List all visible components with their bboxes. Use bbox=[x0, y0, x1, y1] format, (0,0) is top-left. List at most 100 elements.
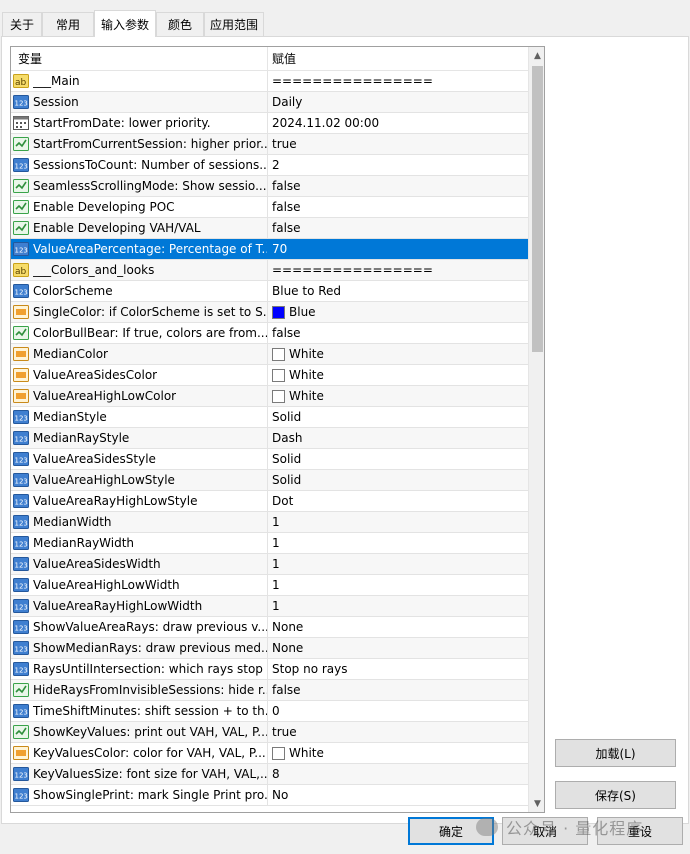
variable-cell[interactable]: 123 ValueAreaRayHighLowWidth bbox=[11, 596, 268, 616]
value-cell[interactable]: Dash bbox=[268, 428, 528, 448]
ok-button[interactable]: 确定 bbox=[408, 817, 494, 845]
value-cell[interactable]: 1 bbox=[268, 575, 528, 595]
value-cell[interactable]: White bbox=[268, 344, 528, 364]
table-row[interactable]: ValueAreaHighLowColor White bbox=[11, 386, 528, 407]
value-cell[interactable]: false bbox=[268, 176, 528, 196]
variable-cell[interactable]: 123 TimeShiftMinutes: shift session + to … bbox=[11, 701, 268, 721]
value-cell[interactable]: 1 bbox=[268, 554, 528, 574]
value-cell[interactable]: 1 bbox=[268, 512, 528, 532]
inputs-grid[interactable]: 变量 赋值 ab ___Main ================ 123 Sessio… bbox=[10, 46, 545, 813]
save-button[interactable]: 保存(S) bbox=[555, 781, 676, 809]
header-value[interactable]: 赋值 bbox=[268, 47, 528, 70]
table-row[interactable]: 123 ValueAreaSidesWidth 1 bbox=[11, 554, 528, 575]
table-row[interactable]: 123 RaysUntilIntersection: which rays sto… bbox=[11, 659, 528, 680]
variable-cell[interactable]: 123 MedianRayStyle bbox=[11, 428, 268, 448]
cancel-button[interactable]: 取消 bbox=[502, 817, 588, 845]
variable-cell[interactable]: ValueAreaSidesColor bbox=[11, 365, 268, 385]
table-row[interactable]: StartFromDate: lower priority. 2024.11.02… bbox=[11, 113, 528, 134]
value-cell[interactable]: No bbox=[268, 785, 528, 805]
variable-cell[interactable]: MedianColor bbox=[11, 344, 268, 364]
value-cell[interactable]: false bbox=[268, 680, 528, 700]
value-cell[interactable]: None bbox=[268, 638, 528, 658]
table-row[interactable]: Enable Developing POC false bbox=[11, 197, 528, 218]
variable-cell[interactable]: 123 RaysUntilIntersection: which rays sto… bbox=[11, 659, 268, 679]
variable-cell[interactable]: 123 ShowValueAreaRays: draw previous v... bbox=[11, 617, 268, 637]
table-row[interactable]: 123 MedianWidth 1 bbox=[11, 512, 528, 533]
value-cell[interactable]: Solid bbox=[268, 449, 528, 469]
variable-cell[interactable]: SingleColor: if ColorScheme is set to S.… bbox=[11, 302, 268, 322]
table-row[interactable]: Enable Developing VAH/VAL false bbox=[11, 218, 528, 239]
variable-cell[interactable]: KeyValuesColor: color for VAH, VAL, P... bbox=[11, 743, 268, 763]
value-cell[interactable]: true bbox=[268, 722, 528, 742]
value-cell[interactable]: ================ bbox=[268, 71, 528, 91]
variable-cell[interactable]: 123 ValueAreaPercentage: Percentage of T.… bbox=[11, 239, 268, 259]
value-cell[interactable]: None bbox=[268, 617, 528, 637]
value-cell[interactable]: White bbox=[268, 386, 528, 406]
variable-cell[interactable]: Enable Developing VAH/VAL bbox=[11, 218, 268, 238]
variable-cell[interactable]: 123 ColorScheme bbox=[11, 281, 268, 301]
variable-cell[interactable]: 123 MedianWidth bbox=[11, 512, 268, 532]
tab-visualization[interactable]: 应用范围 bbox=[204, 12, 264, 36]
variable-cell[interactable]: StartFromDate: lower priority. bbox=[11, 113, 268, 133]
value-cell[interactable]: 2024.11.02 00:00 bbox=[268, 113, 528, 133]
value-cell[interactable]: 1 bbox=[268, 596, 528, 616]
value-cell[interactable]: Solid bbox=[268, 407, 528, 427]
variable-cell[interactable]: ColorBullBear: If true, colors are from.… bbox=[11, 323, 268, 343]
value-cell[interactable]: ================ bbox=[268, 260, 528, 280]
value-cell[interactable]: 1 bbox=[268, 533, 528, 553]
table-row[interactable]: MedianColor White bbox=[11, 344, 528, 365]
table-row[interactable]: ColorBullBear: If true, colors are from.… bbox=[11, 323, 528, 344]
table-row[interactable]: 123 MedianRayStyle Dash bbox=[11, 428, 528, 449]
table-row[interactable]: 123 ShowMedianRays: draw previous med... N… bbox=[11, 638, 528, 659]
value-cell[interactable]: 70 bbox=[268, 239, 528, 259]
variable-cell[interactable]: ValueAreaHighLowColor bbox=[11, 386, 268, 406]
tab-inputs[interactable]: 输入参数 bbox=[94, 10, 156, 37]
variable-cell[interactable]: 123 ValueAreaRayHighLowStyle bbox=[11, 491, 268, 511]
variable-cell[interactable]: 123 SessionsToCount: Number of sessions..… bbox=[11, 155, 268, 175]
value-cell[interactable]: Daily bbox=[268, 92, 528, 112]
variable-cell[interactable]: HideRaysFromInvisibleSessions: hide r... bbox=[11, 680, 268, 700]
table-row[interactable]: 123 TimeShiftMinutes: shift session + to … bbox=[11, 701, 528, 722]
value-cell[interactable]: false bbox=[268, 218, 528, 238]
table-row[interactable]: ab ___Main ================ bbox=[11, 71, 528, 92]
value-cell[interactable]: Blue to Red bbox=[268, 281, 528, 301]
header-variable[interactable]: 变量 bbox=[11, 47, 268, 70]
table-row[interactable]: 123 ValueAreaSidesStyle Solid bbox=[11, 449, 528, 470]
table-row[interactable]: 123 ShowValueAreaRays: draw previous v...… bbox=[11, 617, 528, 638]
table-row[interactable]: ab ___Colors_and_looks ================ bbox=[11, 260, 528, 281]
variable-cell[interactable]: 123 ValueAreaSidesWidth bbox=[11, 554, 268, 574]
table-row[interactable]: 123 ValueAreaRayHighLowWidth 1 bbox=[11, 596, 528, 617]
variable-cell[interactable]: 123 ValueAreaHighLowWidth bbox=[11, 575, 268, 595]
table-row[interactable]: 123 Session Daily bbox=[11, 92, 528, 113]
table-row[interactable]: 123 ValueAreaHighLowWidth 1 bbox=[11, 575, 528, 596]
table-row[interactable]: ValueAreaSidesColor White bbox=[11, 365, 528, 386]
variable-cell[interactable]: 123 ValueAreaHighLowStyle bbox=[11, 470, 268, 490]
table-row[interactable]: 123 SessionsToCount: Number of sessions..… bbox=[11, 155, 528, 176]
table-row[interactable]: SingleColor: if ColorScheme is set to S.… bbox=[11, 302, 528, 323]
value-cell[interactable]: Solid bbox=[268, 470, 528, 490]
table-row[interactable]: 123 ColorScheme Blue to Red bbox=[11, 281, 528, 302]
load-button[interactable]: 加载(L) bbox=[555, 739, 676, 767]
variable-cell[interactable]: 123 ShowSinglePrint: mark Single Print pr… bbox=[11, 785, 268, 805]
table-row[interactable]: SeamlessScrollingMode: Show sessio... fal… bbox=[11, 176, 528, 197]
tab-about[interactable]: 关于 bbox=[2, 12, 42, 36]
table-row[interactable]: ShowKeyValues: print out VAH, VAL, P... t… bbox=[11, 722, 528, 743]
table-row[interactable]: HideRaysFromInvisibleSessions: hide r...… bbox=[11, 680, 528, 701]
variable-cell[interactable]: 123 ShowMedianRays: draw previous med... bbox=[11, 638, 268, 658]
scrollbar-thumb[interactable] bbox=[532, 66, 543, 352]
value-cell[interactable]: White bbox=[268, 743, 528, 763]
variable-cell[interactable]: StartFromCurrentSession: higher prior... bbox=[11, 134, 268, 154]
table-row[interactable]: 123 ValueAreaRayHighLowStyle Dot bbox=[11, 491, 528, 512]
reset-button[interactable]: 重设 bbox=[597, 817, 683, 845]
value-cell[interactable]: false bbox=[268, 323, 528, 343]
variable-cell[interactable]: ab ___Colors_and_looks bbox=[11, 260, 268, 280]
variable-cell[interactable]: SeamlessScrollingMode: Show sessio... bbox=[11, 176, 268, 196]
table-row[interactable]: 123 ValueAreaPercentage: Percentage of T.… bbox=[11, 239, 528, 260]
value-cell[interactable]: true bbox=[268, 134, 528, 154]
scroll-down-icon[interactable]: ▼ bbox=[529, 795, 544, 812]
value-cell[interactable]: 8 bbox=[268, 764, 528, 784]
table-row[interactable]: StartFromCurrentSession: higher prior...… bbox=[11, 134, 528, 155]
value-cell[interactable]: 2 bbox=[268, 155, 528, 175]
table-row[interactable]: 123 ValueAreaHighLowStyle Solid bbox=[11, 470, 528, 491]
value-cell[interactable]: Blue bbox=[268, 302, 528, 322]
